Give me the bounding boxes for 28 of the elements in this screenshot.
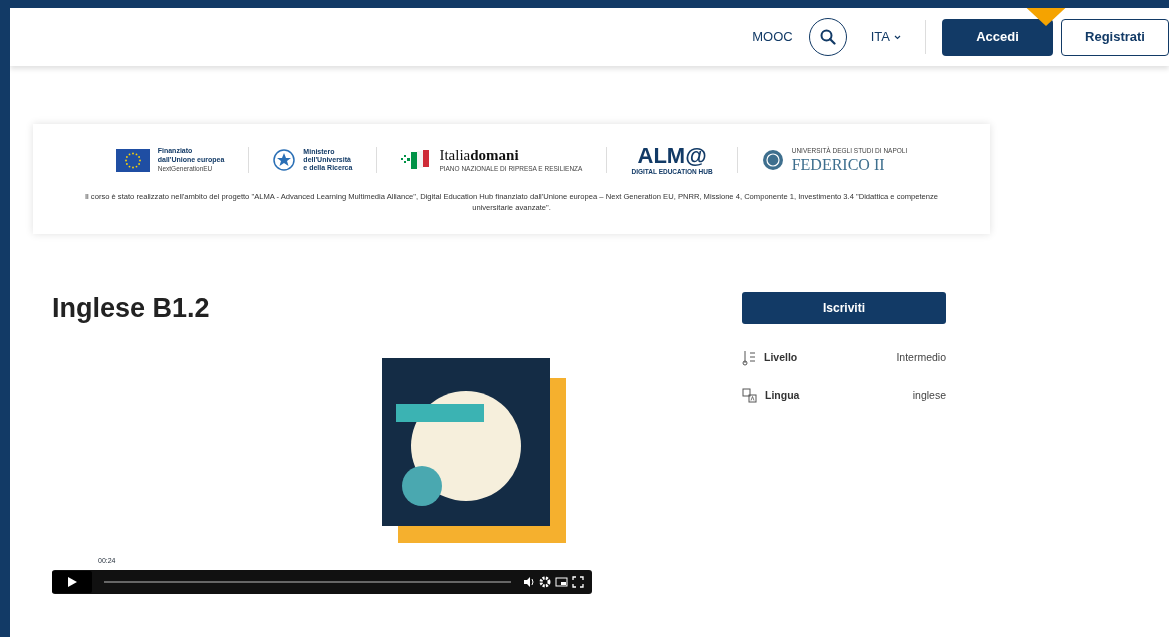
- emblem-icon: [273, 149, 296, 172]
- detail-value: inglese: [912, 388, 946, 403]
- register-button[interactable]: Registrati: [1061, 18, 1169, 56]
- settings-icon[interactable]: [539, 576, 551, 589]
- progress-track[interactable]: [104, 581, 511, 584]
- flag-icon: [115, 148, 150, 172]
- sliders-icon: [742, 350, 756, 366]
- volume-icon[interactable]: [523, 576, 535, 589]
- play-icon[interactable]: [52, 571, 92, 594]
- detail-label: Livello: [764, 350, 798, 366]
- logo-text: Italiadomani: [439, 146, 520, 165]
- translate-icon: [742, 388, 757, 404]
- detail-label: Lingua: [765, 388, 800, 403]
- chevron-down-icon: [894, 34, 901, 40]
- logo-text: ALM@: [636, 144, 708, 167]
- language-selector[interactable]: ITA: [870, 27, 901, 47]
- course-title: Inglese B1.2: [52, 292, 211, 325]
- search-button[interactable]: [808, 18, 847, 56]
- detail-value: Intermedio: [896, 350, 946, 366]
- nav-link[interactable]: MOOC: [752, 27, 793, 47]
- login-button[interactable]: Accedi: [942, 18, 1053, 56]
- picture-in-picture-icon[interactable]: [555, 576, 568, 588]
- fullscreen-icon[interactable]: [572, 576, 584, 589]
- logo-text: FEDERICO II: [791, 156, 886, 175]
- search-icon: [819, 29, 836, 45]
- seal-icon: [761, 149, 784, 172]
- flag-icon: [401, 149, 432, 172]
- enroll-button[interactable]: Iscriviti: [742, 292, 946, 324]
